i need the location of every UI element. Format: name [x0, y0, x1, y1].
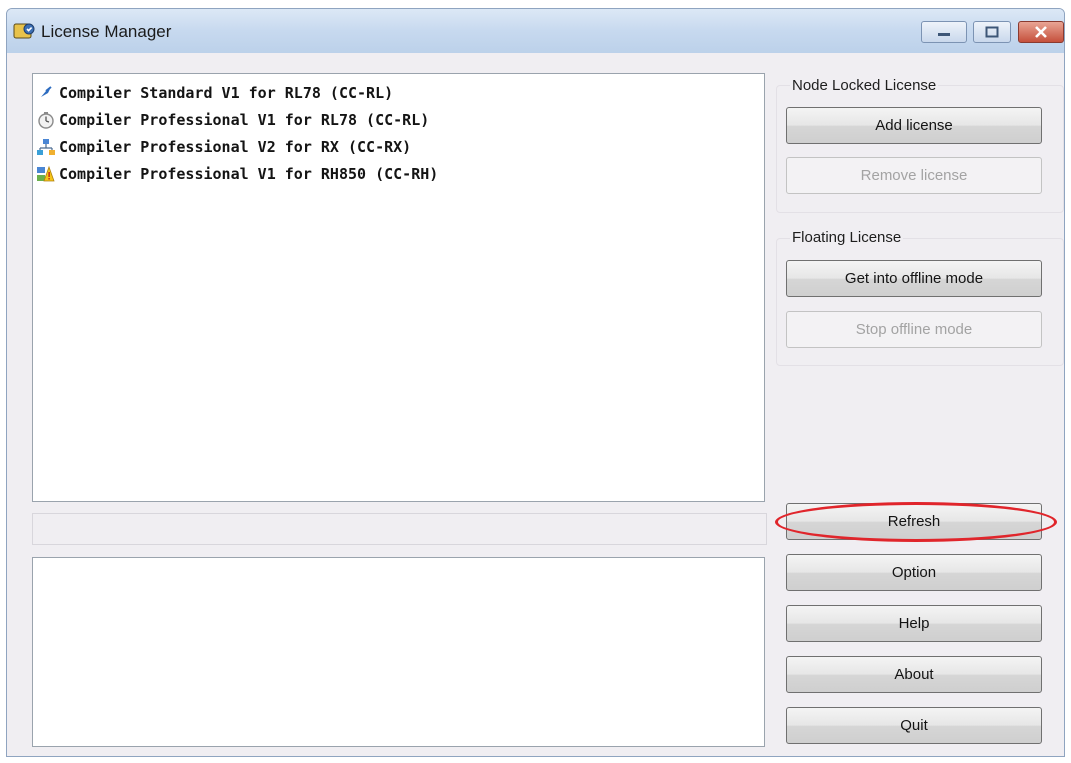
license-item[interactable]: Compiler Professional V1 for RL78 (CC-RL…: [37, 107, 429, 133]
license-label: Compiler Standard V1 for RL78 (CC-RL): [59, 84, 394, 102]
license-item[interactable]: Compiler Standard V1 for RL78 (CC-RL): [37, 80, 393, 106]
license-manager-app-icon: [13, 23, 35, 39]
floating-license-label: Floating License: [790, 229, 904, 246]
node-locked-license-label: Node Locked License: [790, 77, 939, 94]
license-manager-window: License Manager Compiler Standard V1 for…: [6, 8, 1065, 757]
stop-offline-mode-button[interactable]: Stop offline mode: [786, 311, 1042, 348]
close-button[interactable]: [1018, 21, 1064, 43]
help-button[interactable]: Help: [786, 605, 1042, 642]
message-area[interactable]: [32, 557, 765, 747]
close-icon: [1035, 26, 1047, 38]
license-label: Compiler Professional V2 for RX (CC-RX): [59, 138, 412, 156]
network-icon: [37, 138, 55, 156]
license-item[interactable]: Compiler Professional V2 for RX (CC-RX): [37, 134, 411, 160]
refresh-button[interactable]: Refresh: [786, 503, 1042, 540]
window-title: License Manager: [41, 22, 172, 41]
minimize-button[interactable]: [921, 21, 967, 43]
remove-license-button[interactable]: Remove license: [786, 157, 1042, 194]
checkmark-pin-icon: [37, 84, 55, 102]
license-label: Compiler Professional V1 for RH850 (CC-R…: [59, 165, 439, 183]
clock-icon: [37, 111, 55, 129]
license-list[interactable]: Compiler Standard V1 for RL78 (CC-RL) Co…: [32, 73, 765, 502]
get-into-offline-mode-button[interactable]: Get into offline mode: [786, 260, 1042, 297]
quit-button[interactable]: Quit: [786, 707, 1042, 744]
warning-icon: [37, 165, 55, 183]
maximize-icon: [985, 26, 999, 38]
status-bar: [32, 513, 767, 545]
maximize-button[interactable]: [973, 21, 1011, 43]
license-item[interactable]: Compiler Professional V1 for RH850 (CC-R…: [37, 161, 438, 187]
option-button[interactable]: Option: [786, 554, 1042, 591]
add-license-button[interactable]: Add license: [786, 107, 1042, 144]
license-label: Compiler Professional V1 for RL78 (CC-RL…: [59, 111, 430, 129]
title-bar[interactable]: License Manager: [7, 9, 1064, 53]
about-button[interactable]: About: [786, 656, 1042, 693]
minimize-icon: [938, 33, 950, 36]
